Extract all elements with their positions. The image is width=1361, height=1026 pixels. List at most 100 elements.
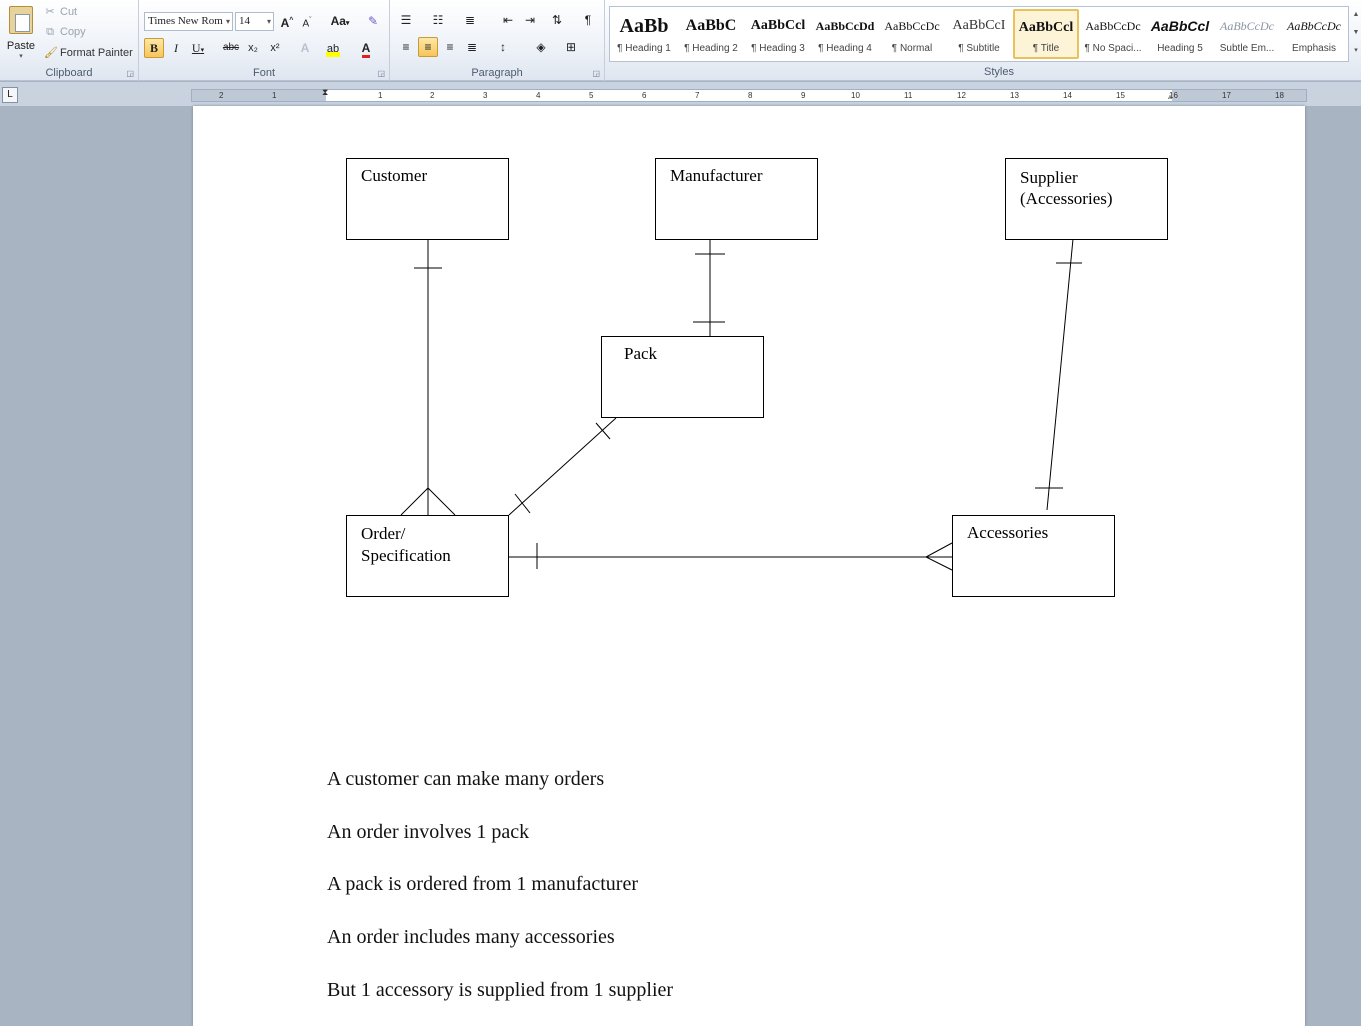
align-center-icon[interactable]: ≡ [418,37,438,57]
entity-label: Accessories [967,523,1049,542]
style-sample: AaBbCcl [750,18,806,33]
style-sample: AaBbCcDd [815,19,875,33]
style-heading-1[interactable]: AaBb ¶ Heading 1 [611,9,677,59]
style-heading-2[interactable]: AaBbC ¶ Heading 2 [678,9,744,59]
show-marks-button[interactable]: ¶ [578,10,598,30]
entity-pack[interactable]: Pack [601,336,764,418]
font-size-select[interactable]: 14 ▾ [235,12,274,31]
entity-accessories[interactable]: Accessories [952,515,1115,597]
change-case-label: Aa [330,14,346,28]
subscript-button[interactable]: x₂ [243,38,263,58]
ruler-number: 8 [748,91,753,100]
superscript-button[interactable]: x² [265,38,285,58]
styles-scroll[interactable]: ▲ ▼ ▾ [1351,6,1361,62]
styles-gallery: AaBb ¶ Heading 1 AaBbC ¶ Heading 2 AaBbC… [609,6,1349,62]
shading-icon[interactable]: ◈ [531,37,551,57]
strikethrough-button[interactable]: abc [221,38,241,58]
copy-button[interactable]: ⧉ Copy [44,26,86,38]
paragraph-group: ☰ ☷ ≣ ⇤ ⇥ ⇅ ¶ ≡ ≡ ≡ ≣ ↕ ◈ ⊞ Paragraph ◲ [390,0,605,81]
style-title[interactable]: AaBbCcl ¶ Title [1013,9,1079,59]
ruler-number: 6 [642,91,647,100]
font-color-button[interactable]: A [356,38,376,58]
paragraph[interactable]: An order involves 1 pack [327,821,529,844]
align-left-icon[interactable]: ≡ [396,37,416,57]
chevron-down-icon[interactable]: ▼ [1351,24,1361,42]
borders-icon[interactable]: ⊞ [561,37,581,57]
ruler-number: 2 [219,91,224,100]
cut-button[interactable]: ✂ Cut [44,6,77,18]
numbering-icon[interactable]: ☷ [428,10,448,30]
style-name: ¶ Heading 4 [818,43,872,54]
chevron-down-icon: ▾ [225,17,230,26]
entity-order-specification[interactable]: Order/ Specification [346,515,509,597]
style-name: Subtle Em... [1219,43,1275,54]
highlight-icon[interactable]: ab [323,38,343,58]
paste-label: Paste [6,40,36,52]
entity-label: Customer [361,166,428,185]
change-case-button[interactable]: Aa▾ [327,11,353,31]
clipboard-group-label: Clipboard [45,67,93,79]
right-indent-marker-icon[interactable]: ▵ [1168,92,1172,101]
style-name: ¶ Normal [891,43,933,54]
clear-formatting-button[interactable]: ✎ [363,11,383,31]
style-sample: AaBbCcl [1018,20,1074,35]
style-heading-3[interactable]: AaBbCcl ¶ Heading 3 [745,9,811,59]
paragraph[interactable]: A pack is ordered from 1 manufacturer [327,873,638,896]
paste-button[interactable]: Paste ▾ [4,4,38,62]
tab-selector[interactable]: L [2,87,18,103]
ruler-right-margin [1172,90,1306,101]
multilevel-list-icon[interactable]: ≣ [460,10,480,30]
font-launcher-icon[interactable]: ◲ [377,69,385,78]
italic-button[interactable]: I [166,38,186,58]
style-no-spacing[interactable]: AaBbCcDc ¶ No Spaci... [1080,9,1146,59]
sort-icon[interactable]: ⇅ [547,10,567,30]
style-name: ¶ Heading 1 [617,43,671,54]
underline-label: U [191,41,201,55]
style-normal[interactable]: AaBbCcDc ¶ Normal [879,9,945,59]
bullets-icon[interactable]: ☰ [396,10,416,30]
entity-label: Manufacturer [670,166,763,185]
style-sample: AaBbCcDc [1220,19,1274,33]
entity-customer[interactable]: Customer [346,158,509,240]
paragraph[interactable]: A customer can make many orders [327,768,604,791]
entity-label: Order/ Specification [361,524,451,565]
chevron-up-icon[interactable]: ▲ [1351,6,1361,24]
align-right-icon[interactable]: ≡ [440,37,460,57]
paragraph[interactable]: An order includes many accessories [327,926,615,949]
font-group-label: Font [252,67,275,79]
style-heading-4[interactable]: AaBbCcDd ¶ Heading 4 [812,9,878,59]
more-styles-icon[interactable]: ▾ [1351,42,1361,60]
decrease-indent-icon[interactable]: ⇤ [498,10,518,30]
entity-label: Pack [624,344,658,363]
ruler-number: 5 [589,91,594,100]
style-subtitle[interactable]: AaBbCcI ¶ Subtitle [946,9,1012,59]
indent-marker-icon[interactable]: ⧗ [322,87,328,98]
grow-font-button[interactable]: A^ [277,11,297,31]
paragraph[interactable]: But 1 accessory is supplied from 1 suppl… [327,979,673,1002]
paragraph-launcher-icon[interactable]: ◲ [592,69,600,78]
shrink-font-button[interactable]: Aˇ [297,11,317,31]
justify-icon[interactable]: ≣ [462,37,482,57]
clipboard-launcher-icon[interactable]: ◲ [126,69,134,78]
format-painter-button[interactable]: 🖌 Format Painter [44,47,133,59]
style-emphasis[interactable]: AaBbCcDc Emphasis [1281,9,1347,59]
increase-indent-icon[interactable]: ⇥ [520,10,540,30]
entity-supplier[interactable]: Supplier (Accessories) [1005,158,1168,240]
ruler-number: 17 [1222,91,1231,100]
font-family-select[interactable]: Times New Rom ▾ [144,12,233,31]
chevron-down-icon: ▾ [266,17,271,26]
document-page[interactable]: Customer Manufacturer Supplier (Accessor… [193,106,1305,1026]
line-spacing-icon[interactable]: ↕ [493,37,513,57]
text-effects-icon[interactable]: A [295,38,315,58]
entity-manufacturer[interactable]: Manufacturer [655,158,818,240]
ruler-number: 18 [1275,91,1284,100]
bold-button[interactable]: B [144,38,164,58]
style-subtle-emphasis[interactable]: AaBbCcDc Subtle Em... [1214,9,1280,59]
entity-label: Supplier (Accessories) [1020,168,1113,208]
style-sample: AaBbCcDc [884,19,940,33]
horizontal-ruler[interactable]: 2 1 1 2 3 4 5 6 7 8 9 10 11 12 13 14 15 … [191,87,1307,102]
style-heading-5[interactable]: AaBbCcl Heading 5 [1147,9,1213,59]
pack-order-line [508,417,617,516]
font-group: Times New Rom ▾ 14 ▾ A^ Aˇ Aa▾ ✎ B I U▾ … [139,0,390,81]
underline-button[interactable]: U▾ [188,38,208,58]
